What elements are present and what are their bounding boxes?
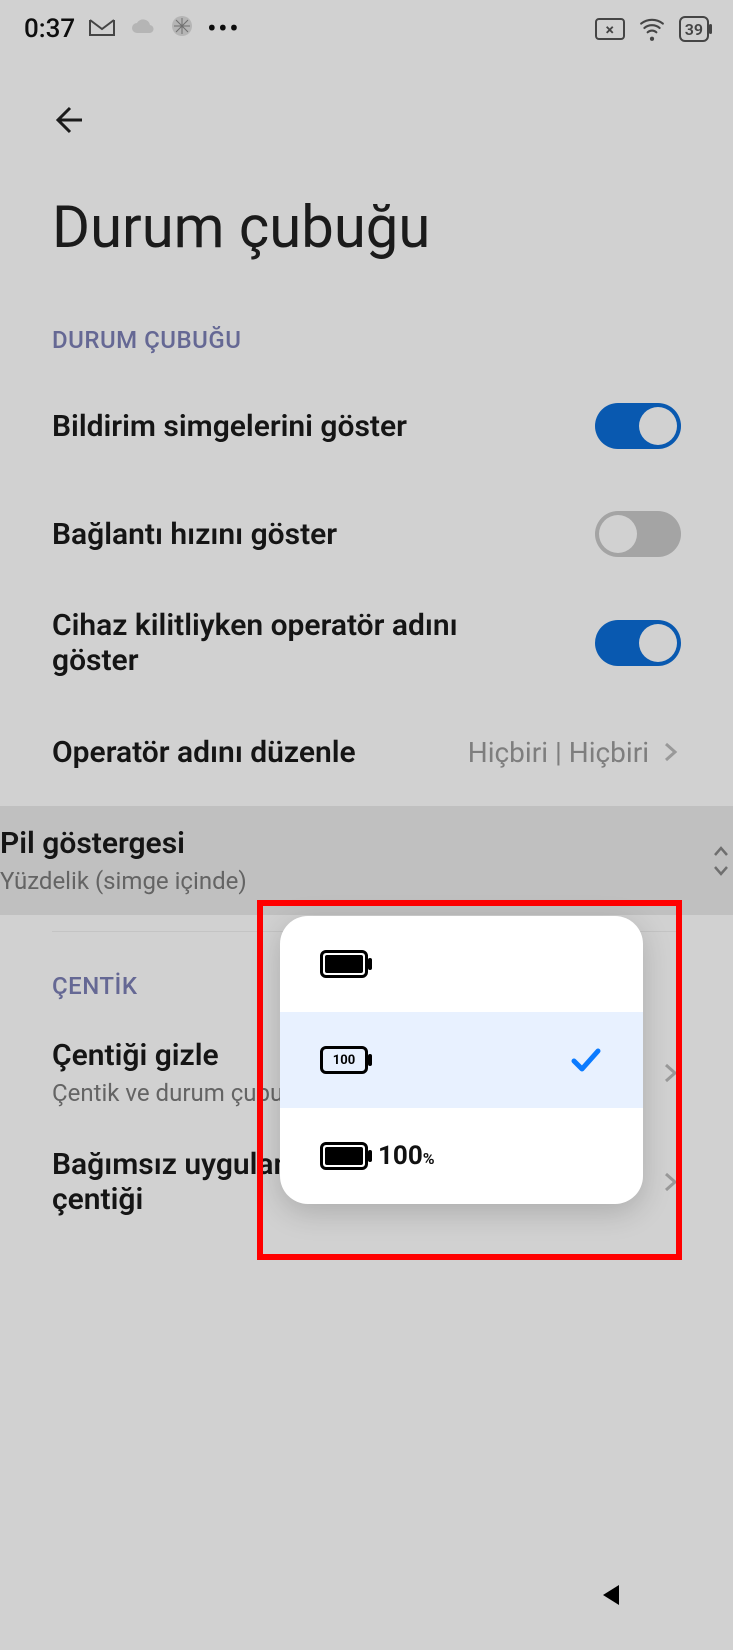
nav-back-button[interactable]	[587, 1571, 635, 1619]
battery-indicator-popup: 100 100%	[280, 916, 643, 1204]
battery-status-icon: 39	[679, 16, 709, 42]
toggle-carrier-locked[interactable]	[595, 620, 681, 666]
row-battery-indicator[interactable]: Pil göstergesi Yüzdelik (simge içinde)	[0, 806, 733, 915]
check-icon	[569, 1043, 603, 1077]
row-connection-speed[interactable]: Bağlantı hızını göster	[52, 480, 681, 588]
page-title: Durum çubuğu	[52, 186, 681, 302]
wifi-icon	[639, 16, 665, 42]
row-sublabel: Yüzdelik (simge içinde)	[0, 867, 247, 895]
more-icon: •••	[207, 14, 240, 44]
row-label: Pil göstergesi	[0, 826, 247, 861]
carrier-value: Hiçbiri | Hiçbiri	[468, 736, 649, 769]
ball-icon	[171, 14, 193, 44]
battery-option-percent-inside[interactable]: 100	[280, 1012, 643, 1108]
back-button[interactable]	[52, 127, 96, 146]
row-label: Operatör adını düzenle	[52, 735, 356, 770]
toggle-show-icons[interactable]	[595, 403, 681, 449]
chevron-right-icon	[659, 741, 681, 763]
row-label: Cihaz kilitliyken operatör adını göster	[52, 608, 492, 678]
row-show-notification-icons[interactable]: Bildirim simgelerini göster	[52, 372, 681, 480]
nav-recents-button[interactable]	[98, 1571, 146, 1619]
toggle-connection-speed[interactable]	[595, 511, 681, 557]
status-bar: 0:37 ••• × 39	[0, 0, 733, 58]
row-label: Bildirim simgelerini göster	[52, 409, 407, 444]
battery-option-graphical[interactable]	[280, 916, 643, 1012]
row-edit-carrier[interactable]: Operatör adını düzenle Hiçbiri | Hiçbiri	[52, 698, 681, 806]
battery-full-icon	[320, 950, 368, 978]
gmail-icon	[89, 14, 115, 44]
section-label-status-bar: DURUM ÇUBUĞU	[52, 302, 681, 372]
row-label: Bağlantı hızını göster	[52, 517, 337, 552]
battery-percent-inside-icon: 100	[320, 1046, 368, 1074]
row-carrier-locked[interactable]: Cihaz kilitliyken operatör adını göster	[52, 588, 681, 698]
cloud-icon	[129, 14, 157, 44]
row-sublabel: Çentik ve durum çubu	[52, 1079, 283, 1107]
battery-percent-outside-icon: 100%	[320, 1141, 435, 1171]
sim-error-icon: ×	[595, 18, 625, 40]
navigation-bar	[0, 1540, 733, 1650]
row-label: Çentiği gizle	[52, 1038, 283, 1073]
battery-option-percent-outside[interactable]: 100%	[280, 1108, 643, 1204]
status-time: 0:37	[24, 14, 75, 44]
nav-home-button[interactable]	[342, 1571, 390, 1619]
updown-icon	[709, 843, 733, 879]
